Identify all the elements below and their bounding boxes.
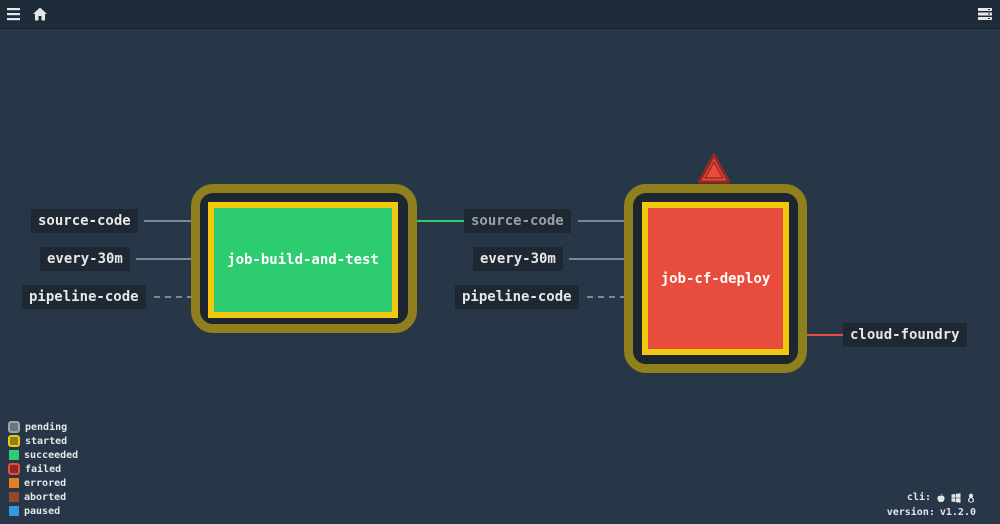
- apple-icon[interactable]: [936, 493, 946, 503]
- legend-label-aborted: aborted: [24, 491, 67, 503]
- legend-label-errored: errored: [24, 477, 67, 489]
- legend-item-failed: failed: [8, 462, 78, 476]
- legend-item-pending: pending: [8, 420, 78, 434]
- resource-every-30m-2[interactable]: every-30m: [473, 247, 563, 271]
- warning-triangle-icon: [697, 153, 731, 184]
- version-value: v1.2.0: [939, 507, 976, 518]
- legend-label-failed: failed: [25, 463, 62, 475]
- resource-cloud-foundry[interactable]: cloud-foundry: [843, 323, 967, 347]
- legend-item-succeeded: succeeded: [8, 448, 78, 462]
- resource-pipeline-code[interactable]: pipeline-code: [22, 285, 146, 309]
- legend-item-errored: errored: [8, 476, 78, 490]
- legend-swatch-succeeded: [9, 450, 19, 460]
- cli-downloads: cli:: [887, 490, 976, 505]
- legend-swatch-failed: [8, 463, 20, 475]
- legend-swatch-started: [8, 435, 20, 447]
- version-label: version:: [886, 507, 935, 518]
- legend-label-succeeded: succeeded: [24, 449, 79, 461]
- legend-swatch-paused: [9, 506, 19, 516]
- version-row: version: v1.2.0: [887, 505, 976, 520]
- legend-swatch-pending: [8, 421, 20, 433]
- job-build-and-test[interactable]: job-build-and-test: [208, 202, 398, 318]
- legend-label-pending: pending: [25, 421, 68, 433]
- legend-item-started: started: [8, 434, 78, 448]
- legend-label-paused: paused: [24, 505, 61, 517]
- resource-source-code[interactable]: source-code: [31, 209, 138, 233]
- cli-label: cli:: [906, 492, 931, 503]
- resource-source-code-passed[interactable]: source-code: [464, 209, 571, 233]
- linux-icon[interactable]: [966, 493, 976, 503]
- legend-label-started: started: [25, 435, 68, 447]
- resource-every-30m[interactable]: every-30m: [40, 247, 130, 271]
- legend-item-paused: paused: [8, 504, 78, 518]
- legend-item-aborted: aborted: [8, 490, 78, 504]
- windows-icon[interactable]: [951, 492, 961, 503]
- cli-version-footer: cli: version: v1.2.0: [887, 490, 976, 520]
- status-legend: pending started succeeded failed errored…: [8, 420, 78, 518]
- legend-swatch-errored: [9, 478, 19, 488]
- legend-swatch-aborted: [9, 492, 19, 502]
- resource-pipeline-code-2[interactable]: pipeline-code: [455, 285, 579, 309]
- job-cf-deploy[interactable]: job-cf-deploy: [642, 202, 789, 355]
